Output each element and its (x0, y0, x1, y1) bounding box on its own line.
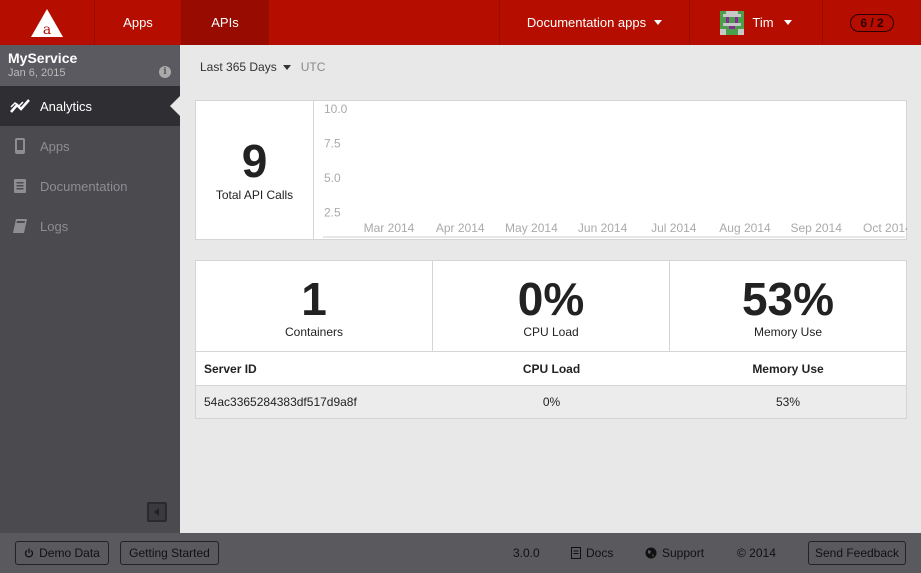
usage-badge: 6 / 2 (850, 13, 894, 32)
globe-icon (645, 547, 657, 559)
stat-label: Containers (284, 325, 344, 339)
demo-data-label: Demo Data (39, 546, 100, 560)
table-header: Server ID CPU Load Memory Use (196, 351, 906, 385)
user-menu[interactable]: Tim (690, 0, 823, 45)
nav-apps[interactable]: Apps (95, 0, 182, 45)
chevron-down-icon (783, 20, 792, 25)
sidebar-item-apps[interactable]: Apps (0, 126, 180, 166)
sidebar-item-label: Logs (40, 218, 69, 234)
y-tick-label: 2.5 (324, 206, 341, 220)
timezone-label: UTC (300, 60, 326, 74)
docs-label: Docs (586, 546, 614, 560)
stat-value: 53% (741, 273, 835, 325)
x-tick-label: Apr 2014 (436, 221, 485, 235)
cell-memory-use: 53% (775, 395, 801, 409)
pixel-avatar-icon (720, 10, 745, 35)
phone-icon (10, 137, 30, 155)
x-tick-label: Mar 2014 (364, 221, 415, 235)
chart-line-icon (10, 98, 30, 114)
support-label: Support (662, 546, 705, 560)
logo-icon: a (31, 8, 63, 38)
service-header: MyService Jan 6, 2015 i (0, 45, 180, 86)
getting-started-button[interactable]: Getting Started (120, 541, 219, 565)
copyright-label: © 2014 (737, 546, 776, 560)
sidebar: MyService Jan 6, 2015 i Analytics Apps D… (0, 45, 180, 533)
chevron-left-icon (154, 508, 159, 516)
document-icon (571, 547, 581, 559)
stat-value: 1 (301, 273, 327, 325)
info-icon[interactable]: i (159, 66, 171, 78)
x-tick-label: Jul 2014 (651, 221, 697, 235)
sidebar-item-analytics[interactable]: Analytics (0, 86, 180, 126)
stat-value: 0% (517, 273, 585, 325)
svg-text:a: a (43, 22, 51, 38)
stat-memory-use: 53% Memory Use (670, 261, 906, 351)
cell-cpu-load: 0% (542, 395, 561, 409)
column-header-memory-use[interactable]: Memory Use (670, 352, 906, 385)
y-tick-label: 7.5 (324, 137, 341, 151)
column-header-server-id[interactable]: Server ID (204, 352, 257, 385)
table-row[interactable]: 54ac3365284383df517d9a8f 0% 53% (196, 385, 906, 418)
chevron-down-icon (654, 20, 663, 25)
document-icon (10, 178, 30, 194)
date-range-label: Last 365 Days (200, 60, 277, 74)
api-calls-chart: 10.0 7.5 5.0 2.5 Mar 2014 Apr 2014 May 2014 Jun… (323, 102, 907, 238)
x-tick-label: Sep 2014 (791, 221, 843, 235)
support-link[interactable]: Support (645, 533, 704, 573)
sidebar-item-label: Analytics (40, 98, 93, 114)
demo-data-button[interactable]: Demo Data (15, 541, 109, 565)
stat-containers: 1 Containers (196, 261, 433, 351)
y-tick-label: 5.0 (324, 171, 341, 185)
stat-label: CPU Load (523, 325, 579, 339)
x-tick-label: Aug 2014 (719, 221, 771, 235)
total-api-calls: 9 Total API Calls (196, 101, 314, 239)
server-stats-card: 1 Containers 0% CPU Load 53% Memory Use … (195, 260, 907, 419)
docs-link[interactable]: Docs (571, 533, 613, 573)
power-icon (25, 548, 34, 558)
logo[interactable]: a (0, 0, 95, 45)
top-navbar: a Apps APIs Documentation apps Tim 6 / 2 (0, 0, 921, 45)
cell-server-id: 54ac3365284383df517d9a8f (204, 395, 357, 409)
total-api-calls-value: 9 (241, 135, 268, 187)
x-tick-label: Jun 2014 (578, 221, 628, 235)
user-name: Tim (752, 15, 774, 30)
service-name: MyService (8, 50, 78, 66)
api-calls-card: 9 Total API Calls 10.0 7.5 5.0 2.5 Mar 2014 A… (195, 100, 907, 240)
column-header-cpu-load[interactable]: CPU Load (433, 352, 670, 385)
nav-apis[interactable]: APIs (182, 0, 269, 45)
documentation-apps-dropdown[interactable]: Documentation apps (500, 0, 690, 45)
sidebar-item-logs[interactable]: Logs (0, 206, 180, 246)
usage-badge-container[interactable]: 6 / 2 (823, 0, 921, 45)
version-label: 3.0.0 (513, 546, 540, 560)
x-tick-label: Oct 2014 (863, 221, 907, 235)
stat-label: Memory Use (753, 325, 822, 339)
send-feedback-button[interactable]: Send Feedback (808, 541, 906, 565)
main-content: Last 365 Days UTC 9 Total API Calls 10.0… (180, 45, 921, 533)
y-tick-label: 10.0 (324, 102, 348, 116)
date-range-dropdown[interactable]: Last 365 Days UTC (200, 60, 325, 74)
collapse-sidebar-button[interactable] (147, 502, 167, 522)
total-api-calls-label: Total API Calls (215, 188, 294, 202)
documentation-apps-label: Documentation apps (526, 15, 647, 30)
stat-cpu-load: 0% CPU Load (433, 261, 670, 351)
sidebar-item-label: Documentation (40, 178, 128, 194)
x-tick-label: May 2014 (505, 221, 558, 235)
book-icon (10, 218, 30, 234)
sidebar-item-documentation[interactable]: Documentation (0, 166, 180, 206)
sidebar-item-label: Apps (40, 138, 70, 154)
service-date: Jan 6, 2015 (8, 67, 66, 79)
avatar (720, 10, 745, 35)
chevron-down-icon (282, 64, 291, 70)
navbar-spacer (269, 0, 500, 45)
footer: Demo Data Getting Started 3.0.0 Docs Sup… (0, 533, 921, 573)
